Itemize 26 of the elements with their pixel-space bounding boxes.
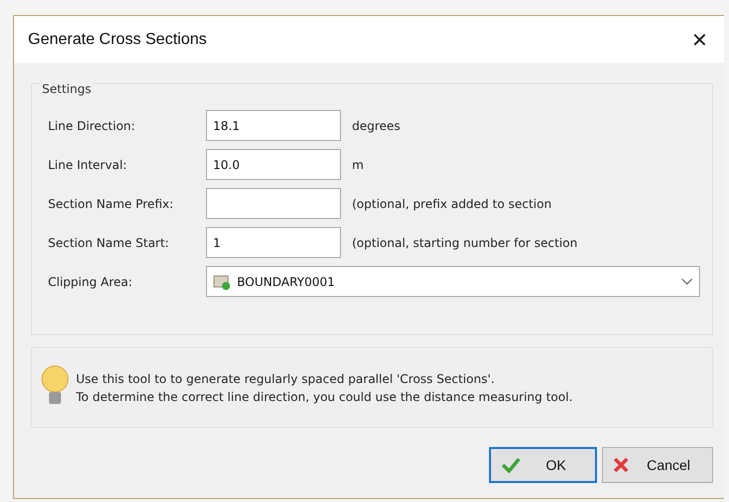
- field-label: Line Interval:: [48, 158, 128, 172]
- field-note: m: [352, 158, 364, 172]
- field-note: (optional, prefix added to section: [352, 196, 552, 210]
- cancel-button[interactable]: Cancel: [602, 447, 713, 483]
- dropdown-value: BOUNDARY0001: [237, 274, 336, 288]
- window-title: Generate Cross Sections: [28, 30, 207, 48]
- info-text: Use this tool to to generate regularly spaced parallel 'Cross Sections'.: [76, 372, 496, 386]
- field-note: (optional, starting number for section: [352, 236, 578, 250]
- ok-button[interactable]: OK: [489, 447, 597, 483]
- input-field[interactable]: 1: [206, 227, 341, 258]
- checkmark-icon: [501, 457, 521, 473]
- field-label: Clipping Area:: [48, 274, 134, 288]
- field-note: degrees: [352, 118, 400, 132]
- input-field[interactable]: [206, 188, 341, 219]
- chevron-down-icon: [681, 278, 693, 286]
- input-field[interactable]: 10.0: [206, 149, 341, 180]
- input-field[interactable]: 18.1: [206, 110, 341, 141]
- info-text: To determine the correct line direction, you could use the distance measuring tool.: [76, 390, 573, 404]
- group-title: Settings: [40, 82, 94, 96]
- layer-icon: [213, 274, 231, 290]
- field-label: Line Direction:: [48, 118, 136, 132]
- clipping-area-dropdown[interactable]: BOUNDARY0001: [206, 266, 700, 297]
- field-label: Section Name Start:: [48, 236, 170, 250]
- cross-icon: [613, 457, 629, 473]
- close-button[interactable]: ✕: [687, 28, 712, 52]
- field-label: Section Name Prefix:: [48, 196, 174, 210]
